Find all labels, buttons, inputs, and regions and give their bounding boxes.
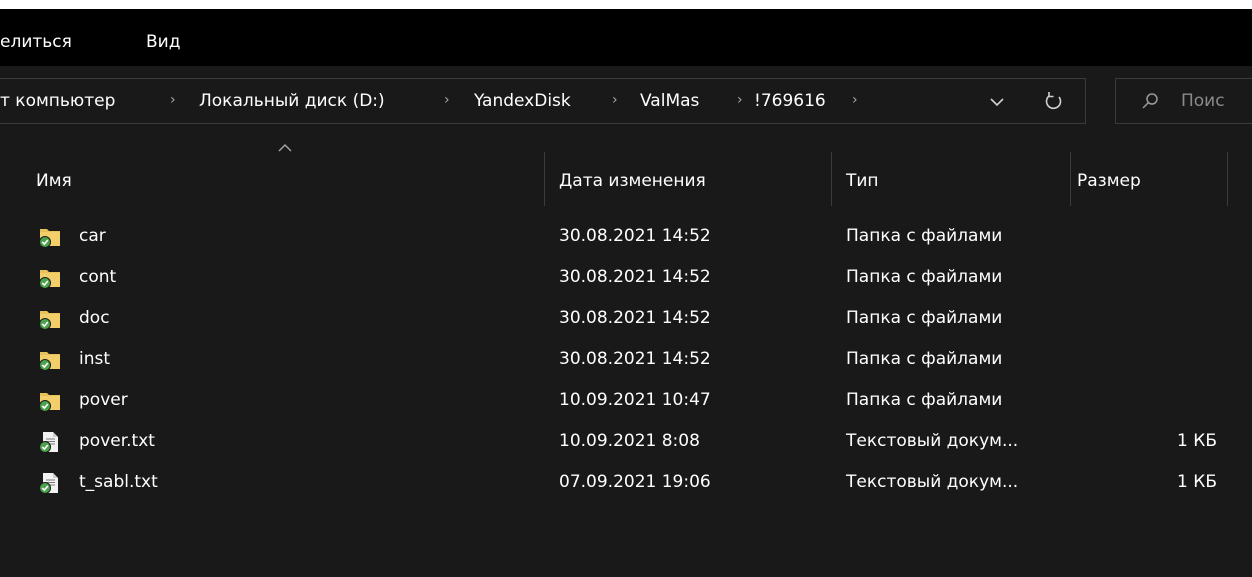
file-date: 30.08.2021 14:52 (559, 308, 711, 328)
file-row[interactable]: cont 30.08.2021 14:52 Папка с файлами (0, 257, 1252, 298)
breadcrumb-this-pc[interactable]: т компьютер (0, 91, 115, 111)
column-header-type[interactable]: Тип (846, 171, 879, 191)
file-explorer-window: елиться Вид т компьютер › Локальный диск… (0, 0, 1252, 577)
file-type: Папка с файлами (846, 267, 1003, 287)
search-icon (1142, 93, 1158, 109)
file-row[interactable]: pover.txt 10.09.2021 8:08 Текстовый доку… (0, 421, 1252, 462)
file-name: t_sabl.txt (79, 472, 158, 492)
file-name: doc (79, 308, 110, 328)
top-margin (0, 0, 1252, 9)
column-divider[interactable] (1070, 152, 1071, 206)
file-row[interactable]: inst 30.08.2021 14:52 Папка с файлами (0, 339, 1252, 380)
file-type: Текстовый докум... (846, 472, 1019, 492)
column-header-date[interactable]: Дата изменения (559, 171, 706, 191)
breadcrumb-separator-icon[interactable]: › (852, 92, 858, 108)
file-type: Папка с файлами (846, 349, 1003, 369)
folder-synced-icon (39, 393, 60, 412)
breadcrumb-current-folder[interactable]: !769616 (754, 91, 826, 111)
file-date: 07.09.2021 19:06 (559, 472, 711, 492)
file-type: Папка с файлами (846, 390, 1003, 410)
sort-ascending-icon (278, 144, 292, 152)
file-date: 30.08.2021 14:52 (559, 267, 711, 287)
file-size: 1 КБ (1177, 431, 1217, 451)
file-name: inst (79, 349, 111, 369)
file-row[interactable]: doc 30.08.2021 14:52 Папка с файлами (0, 298, 1252, 339)
breadcrumb-yandexdisk[interactable]: YandexDisk (474, 91, 571, 111)
column-header-name[interactable]: Имя (36, 171, 72, 191)
file-name: pover (79, 390, 128, 410)
file-type: Папка с файлами (846, 226, 1003, 246)
file-row[interactable]: pover 10.09.2021 10:47 Папка с файлами (0, 380, 1252, 421)
file-date: 10.09.2021 10:47 (559, 390, 711, 410)
column-divider[interactable] (544, 152, 545, 206)
file-date: 30.08.2021 14:52 (559, 349, 711, 369)
tab-view[interactable]: Вид (146, 32, 180, 52)
file-row[interactable]: car 30.08.2021 14:52 Папка с файлами (0, 216, 1252, 257)
ribbon-tabs: елиться Вид (0, 9, 1252, 66)
file-type: Папка с файлами (846, 308, 1003, 328)
search-box[interactable]: Поис (1115, 78, 1252, 124)
file-date: 30.08.2021 14:52 (559, 226, 711, 246)
breadcrumb-valmas[interactable]: ValMas (640, 91, 699, 111)
file-name: pover.txt (79, 431, 155, 451)
address-row: т компьютер › Локальный диск (D:) › Yand… (0, 66, 1252, 138)
folder-synced-icon (39, 311, 60, 330)
file-list: car 30.08.2021 14:52 Папка с файлами con… (0, 216, 1252, 503)
file-name: car (79, 226, 106, 246)
tab-share[interactable]: елиться (0, 32, 72, 52)
text-file-synced-icon (39, 432, 58, 453)
breadcrumb-separator-icon[interactable]: › (612, 92, 618, 108)
column-divider[interactable] (831, 152, 832, 206)
breadcrumb-separator-icon[interactable]: › (737, 92, 743, 108)
search-placeholder: Поис (1181, 91, 1225, 111)
column-divider[interactable] (1227, 152, 1228, 206)
column-header-row: Имя Дата изменения Тип Размер (0, 138, 1252, 222)
breadcrumb-local-disk[interactable]: Локальный диск (D:) (199, 91, 385, 111)
refresh-icon[interactable] (1040, 88, 1068, 114)
chevron-down-icon[interactable] (986, 92, 1008, 112)
column-header-size[interactable]: Размер (1077, 171, 1141, 191)
breadcrumb-separator-icon[interactable]: › (444, 92, 450, 108)
breadcrumb-separator-icon[interactable]: › (170, 92, 176, 108)
file-type: Текстовый докум... (846, 431, 1019, 451)
file-name: cont (79, 267, 117, 287)
folder-synced-icon (39, 352, 60, 371)
text-file-synced-icon (39, 473, 58, 494)
file-size: 1 КБ (1177, 472, 1217, 492)
file-date: 10.09.2021 8:08 (559, 431, 700, 451)
folder-synced-icon (39, 229, 60, 248)
folder-synced-icon (39, 270, 60, 289)
file-row[interactable]: t_sabl.txt 07.09.2021 19:06 Текстовый до… (0, 462, 1252, 503)
